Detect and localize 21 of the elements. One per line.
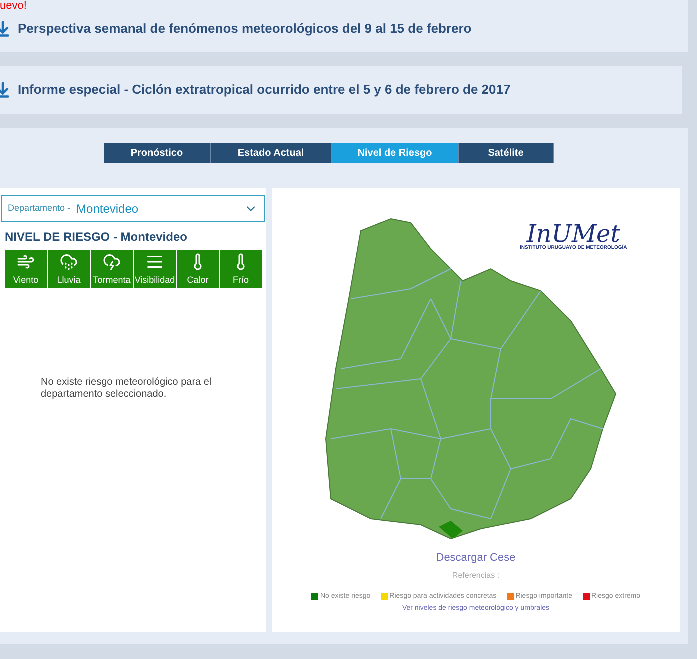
phenomenon-tile[interactable]: Frío bbox=[220, 250, 262, 288]
risk-heading: NIVEL DE RIESGO - Montevideo bbox=[5, 229, 188, 246]
new-label: uevo! bbox=[0, 0, 27, 12]
no-risk-message: No existe riesgo meteorológico para el departamento seleccionado. bbox=[41, 377, 213, 401]
logo-wordmark: InUMet bbox=[526, 222, 620, 246]
department-select[interactable]: Departamento - Montevideo bbox=[1, 195, 265, 222]
tab[interactable]: Estado Actual bbox=[211, 143, 332, 163]
tab[interactable]: Pronóstico bbox=[104, 143, 211, 163]
phenomenon-tile[interactable]: Lluvia bbox=[48, 250, 90, 288]
references-label: Referencias : bbox=[452, 570, 500, 582]
phenomenon-tile[interactable]: Viento bbox=[5, 250, 47, 288]
lines-icon bbox=[146, 253, 164, 271]
phenomenon-tile[interactable]: Calor bbox=[177, 250, 219, 288]
tab[interactable]: Satélite bbox=[459, 143, 554, 163]
phenomenon-tile[interactable]: Tormenta bbox=[91, 250, 133, 288]
tab[interactable]: Nivel de Riesgo bbox=[332, 143, 459, 163]
storm-cloud-icon bbox=[103, 253, 121, 271]
download-cese-link[interactable]: Descargar Cese bbox=[436, 550, 516, 566]
rain-cloud-icon bbox=[60, 253, 78, 271]
phenomenon-tile[interactable]: Visibilidad bbox=[134, 250, 176, 288]
announcement-link[interactable]: Perspectiva semanal de fenómenos meteorológicos del 9 al 15 de febrero bbox=[18, 19, 472, 38]
